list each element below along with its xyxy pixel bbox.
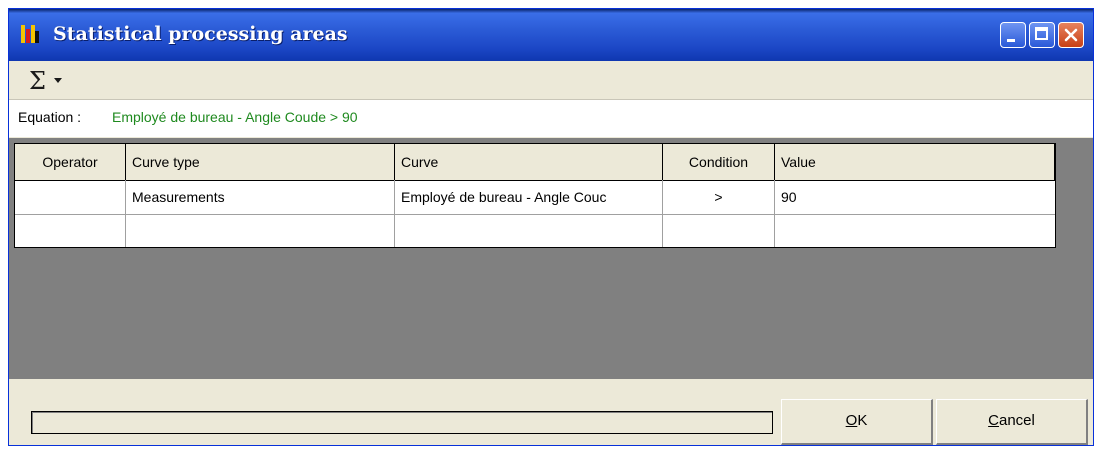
grid-area: Operator Curve type Curve Condition Valu… <box>9 138 1093 379</box>
column-header-value[interactable]: Value <box>775 144 1055 180</box>
progress-bar <box>31 411 773 434</box>
title-bar[interactable]: Statistical processing areas <box>9 9 1093 61</box>
maximize-button[interactable] <box>1029 22 1055 48</box>
equation-value: Employé de bureau - Angle Coude > 90 <box>112 109 358 125</box>
equation-label: Equation : <box>18 109 82 125</box>
statistics-dropdown-button[interactable]: Σ <box>23 65 67 95</box>
operator-cell[interactable] <box>15 214 126 247</box>
column-header-condition[interactable]: Condition <box>663 144 775 180</box>
column-header-curve[interactable]: Curve <box>395 144 663 180</box>
ok-button[interactable]: OK <box>781 399 933 445</box>
table-row[interactable] <box>15 214 1055 247</box>
sigma-icon: Σ <box>29 67 46 95</box>
column-header-curve-type[interactable]: Curve type <box>126 144 395 180</box>
maximize-icon <box>1035 27 1048 40</box>
grid-header-row: Operator Curve type Curve Condition Valu… <box>15 144 1055 181</box>
ok-label: K <box>857 412 868 429</box>
app-icon <box>21 25 39 43</box>
value-cell[interactable]: 90 <box>775 180 1055 214</box>
minimize-button[interactable] <box>1000 22 1026 48</box>
chevron-down-icon <box>54 78 62 83</box>
close-icon <box>1064 28 1078 42</box>
conditions-grid: Operator Curve type Curve Condition Valu… <box>14 143 1056 248</box>
operator-cell[interactable] <box>15 180 126 214</box>
cancel-label: ancel <box>998 412 1035 429</box>
condition-cell[interactable]: > <box>663 180 775 214</box>
close-button[interactable] <box>1058 22 1084 48</box>
curve-type-cell[interactable] <box>126 214 395 247</box>
curve-type-cell[interactable]: Measurements <box>126 180 395 214</box>
table-row[interactable]: Measurements Employé de bureau - Angle C… <box>15 180 1055 215</box>
toolbar: Σ <box>9 61 1093 100</box>
dialog-window: Statistical processing areas Σ Equation … <box>8 8 1094 446</box>
condition-cell[interactable] <box>663 214 775 247</box>
status-area: OK Cancel <box>9 379 1093 445</box>
value-cell[interactable] <box>775 214 1055 247</box>
ok-mnemonic: O <box>845 412 858 429</box>
curve-cell[interactable]: Employé de bureau - Angle Couc <box>395 180 663 214</box>
minimize-icon <box>1007 39 1015 42</box>
cancel-mnemonic: C <box>988 412 999 429</box>
column-header-operator[interactable]: Operator <box>15 144 126 180</box>
window-title: Statistical processing areas <box>53 23 348 45</box>
curve-cell[interactable] <box>395 214 663 247</box>
equation-bar: Equation : Employé de bureau - Angle Cou… <box>9 100 1093 137</box>
cancel-button[interactable]: Cancel <box>936 399 1088 445</box>
